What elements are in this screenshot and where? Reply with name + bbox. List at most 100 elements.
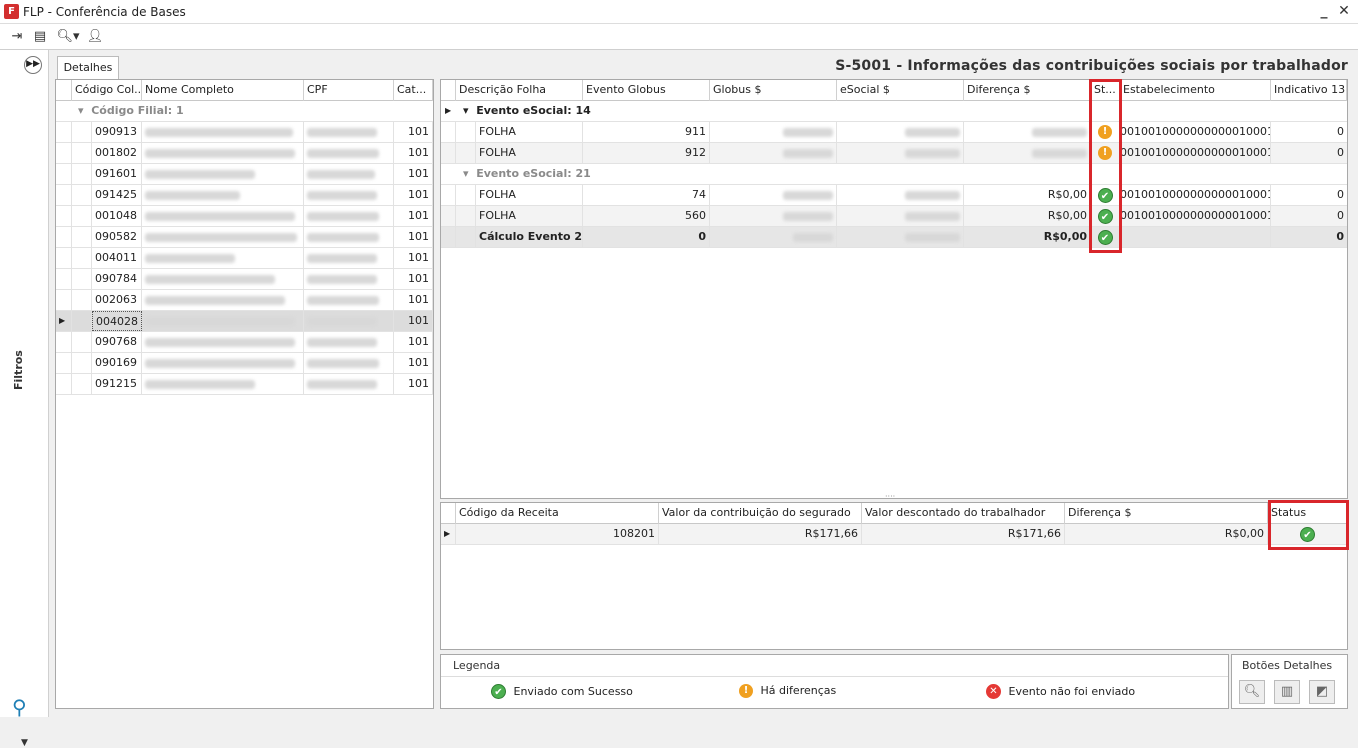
employee-row[interactable]: 091425 101 [56,185,433,206]
receita-grid-header: Código da Receita Valor da contribuição … [441,503,1347,524]
total-evento: 0 [583,227,710,247]
employee-cpf-redacted [304,185,394,205]
globus-value-redacted [710,185,837,205]
col-estabelecimento[interactable]: Estabelecimento [1120,80,1271,101]
employee-row[interactable]: ▶ 004028 101 [56,311,433,332]
employee-row[interactable]: 001802 101 [56,143,433,164]
col-globus[interactable]: Globus $ [710,80,837,101]
employee-code: 001802 [92,143,142,163]
employee-row[interactable]: 004011 101 [56,248,433,269]
tab-detalhes[interactable]: Detalhes [57,56,119,79]
receita-row[interactable]: ▶ 108201 R$171,66 R$171,66 R$0,00 ✔ [441,524,1347,545]
col-codigo[interactable]: Código Col... [72,80,142,101]
splitter-grip[interactable]: ···· [885,493,903,501]
col-descricao[interactable]: Descrição Folha [456,80,583,101]
row-pointer-icon [56,164,72,184]
exit-icon[interactable]: ⇥ [8,28,26,46]
employee-name-redacted [142,122,304,142]
employee-row[interactable]: 090768 101 [56,332,433,353]
close-button[interactable]: ✕ [1336,3,1352,19]
legend-warning: ! Há diferenças [739,684,836,698]
employee-code: 002063 [92,290,142,310]
event-row[interactable]: FOLHA 74 R$0,00 ✔ 0010010000000000010001 0 [441,185,1347,206]
employee-code: 091601 [92,164,142,184]
warning-icon: ! [739,684,753,698]
col-esocial[interactable]: eSocial $ [837,80,964,101]
event-row[interactable]: FOLHA 911! 0010010000000000010001 0 [441,122,1347,143]
employee-cpf-redacted [304,206,394,226]
event-group-row[interactable]: ▾ Evento eSocial: 21 [441,164,1347,185]
collapse-icon[interactable]: ▾ [463,104,469,117]
minimize-button[interactable]: _ [1316,3,1332,19]
employee-row[interactable]: 090913 101 [56,122,433,143]
employee-code: 090784 [92,269,142,289]
save-detail-button[interactable]: ▥ [1274,680,1300,704]
warning-icon: ! [1098,125,1112,139]
employee-grid: Código Col... Nome Completo CPF Cat... ▾… [55,79,434,709]
filters-label[interactable]: Filtros [12,350,25,390]
zoom-detail-button[interactable]: 🔍︎ [1239,680,1265,704]
group-row-filial[interactable]: ▾ Código Filial: 1 [56,101,433,122]
employee-cat: 101 [394,143,433,163]
col-nome[interactable]: Nome Completo [142,80,304,101]
employee-row[interactable]: 090169 101 [56,353,433,374]
chevron-down-icon[interactable]: ▼ [21,738,28,748]
employee-name-redacted [142,353,304,373]
row-pointer-icon [56,122,72,142]
col-diferenca[interactable]: Diferença $ [964,80,1091,101]
event-group-row[interactable]: ▶ ▾ Evento eSocial: 14 [441,101,1347,122]
evento-globus-cell: 912 [583,143,710,163]
employee-code: 090169 [92,353,142,373]
success-icon: ✔ [1097,187,1113,203]
collapse-icon[interactable]: ▾ [463,167,469,180]
page-detail-button[interactable]: ◩ [1309,680,1335,704]
buttons-title: Botões Detalhes [1242,659,1333,672]
descricao-cell: FOLHA [476,122,583,142]
page-title: S-5001 - Informações das contribuições s… [835,58,1348,74]
col-status-receita[interactable]: Status [1268,503,1347,524]
col-valor-contribuicao[interactable]: Valor da contribuição do segurado [659,503,862,524]
employee-cat: 101 [394,248,433,268]
employee-row[interactable]: 002063 101 [56,290,433,311]
employee-row[interactable]: 091215 101 [56,374,433,395]
search-dropdown-icon[interactable]: 🔍︎▾ [55,28,81,46]
employee-row[interactable]: 090582 101 [56,227,433,248]
employee-name-redacted [142,185,304,205]
legend-error-label: Evento não foi enviado [1008,684,1136,698]
search-person-icon[interactable]: ⚲ [12,695,27,719]
employee-row[interactable]: 001048 101 [56,206,433,227]
employee-cpf-redacted [304,227,394,247]
employee-rows: 090913 101 001802 101 091601 101 091425 101 0010… [56,122,433,395]
collapse-icon[interactable]: ▾ [78,104,84,117]
col-indicativo[interactable]: Indicativo 13 [1271,80,1347,101]
total-esocial-redacted [837,227,964,247]
employee-name-redacted [142,143,304,163]
legend-warning-label: Há diferenças [760,684,837,697]
employee-row[interactable]: 091601 101 [56,164,433,185]
event-row[interactable]: FOLHA 912! 0010010000000000010001 0 [441,143,1347,164]
events-grid-header: Descrição Folha Evento Globus Globus $ e… [441,80,1347,101]
event-total-row[interactable]: Cálculo Evento 21 0 R$0,00 ✔ 0 [441,227,1347,248]
col-codigo-receita[interactable]: Código da Receita [456,503,659,524]
employee-code: 091425 [92,185,142,205]
row-pointer-icon [56,290,72,310]
col-status[interactable]: St... [1091,80,1120,101]
col-diferenca-receita[interactable]: Diferença $ [1065,503,1268,524]
legend-panel: Legenda ✔ Enviado com Sucesso ! Há difer… [440,654,1229,709]
employee-code: 004011 [92,248,142,268]
user-icon[interactable]: 👤︎ [86,28,104,46]
col-valor-descontado[interactable]: Valor descontado do trabalhador [862,503,1065,524]
card-icon[interactable]: ▤ [31,28,49,46]
employee-row[interactable]: 090784 101 [56,269,433,290]
success-icon: ✔ [1097,229,1113,245]
expand-sidebar-button[interactable]: ▶▶ [24,56,42,74]
employee-cpf-redacted [304,269,394,289]
event-row[interactable]: FOLHA 560 R$0,00 ✔ 0010010000000000010001 0 [441,206,1347,227]
diferenca-receita-cell: R$0,00 [1065,524,1268,544]
col-cpf[interactable]: CPF [304,80,394,101]
employee-cpf-redacted [304,164,394,184]
col-evento-globus[interactable]: Evento Globus [583,80,710,101]
col-cat[interactable]: Cat... [394,80,433,101]
employee-code: 004028 [92,311,142,331]
employee-cpf-redacted [304,248,394,268]
